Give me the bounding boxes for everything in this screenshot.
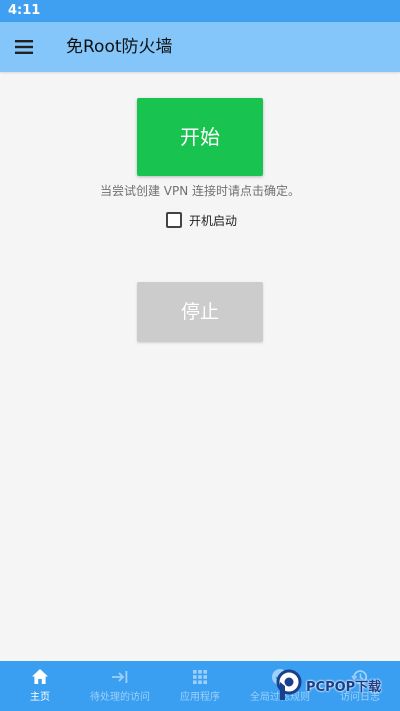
autostart-option[interactable]: 开机启动 — [166, 211, 237, 229]
start-button[interactable]: 开始 — [137, 98, 263, 176]
app-bar: 免Root防火墙 — [0, 22, 400, 72]
check-circle-icon — [270, 667, 290, 687]
status-time: 4:11 — [8, 3, 41, 18]
menu-icon — [9, 33, 39, 61]
nav-label: 全局过滤规则 — [250, 692, 310, 703]
nav-label: 主页 — [30, 692, 50, 703]
nav-label: 待处理的访问 — [90, 692, 150, 703]
stop-button[interactable]: 停止 — [137, 282, 263, 342]
autostart-label: 开机启动 — [189, 213, 238, 228]
nav-item-global-rules[interactable]: 全局过滤规则 — [240, 661, 320, 711]
main-content: 开始 当尝试创建 VPN 连接时请点击确定。 开机启动 停止 — [0, 72, 400, 661]
nav-item-home[interactable]: 主页 — [0, 661, 80, 711]
home-icon — [30, 667, 50, 687]
nav-item-apps[interactable]: 应用程序 — [160, 661, 240, 711]
nav-item-pending-access[interactable]: 待处理的访问 — [80, 661, 160, 711]
grid-icon — [190, 667, 210, 687]
menu-button[interactable] — [9, 33, 39, 61]
status-bar: 4:11 — [0, 0, 400, 22]
nav-item-access-log[interactable]: 访问日志 — [320, 661, 400, 711]
nav-label: 应用程序 — [180, 692, 220, 703]
autostart-checkbox[interactable] — [166, 212, 182, 228]
history-icon — [350, 667, 370, 687]
vpn-hint-text: 当尝试创建 VPN 连接时请点击确定。 — [99, 184, 301, 198]
bottom-nav: 主页 待处理的访问 应用程序 全局过滤规则 访问日志 — [0, 661, 400, 711]
nav-label: 访问日志 — [340, 692, 380, 703]
arrow-to-bar-icon — [110, 667, 130, 687]
app-title: 免Root防火墙 — [66, 37, 173, 57]
